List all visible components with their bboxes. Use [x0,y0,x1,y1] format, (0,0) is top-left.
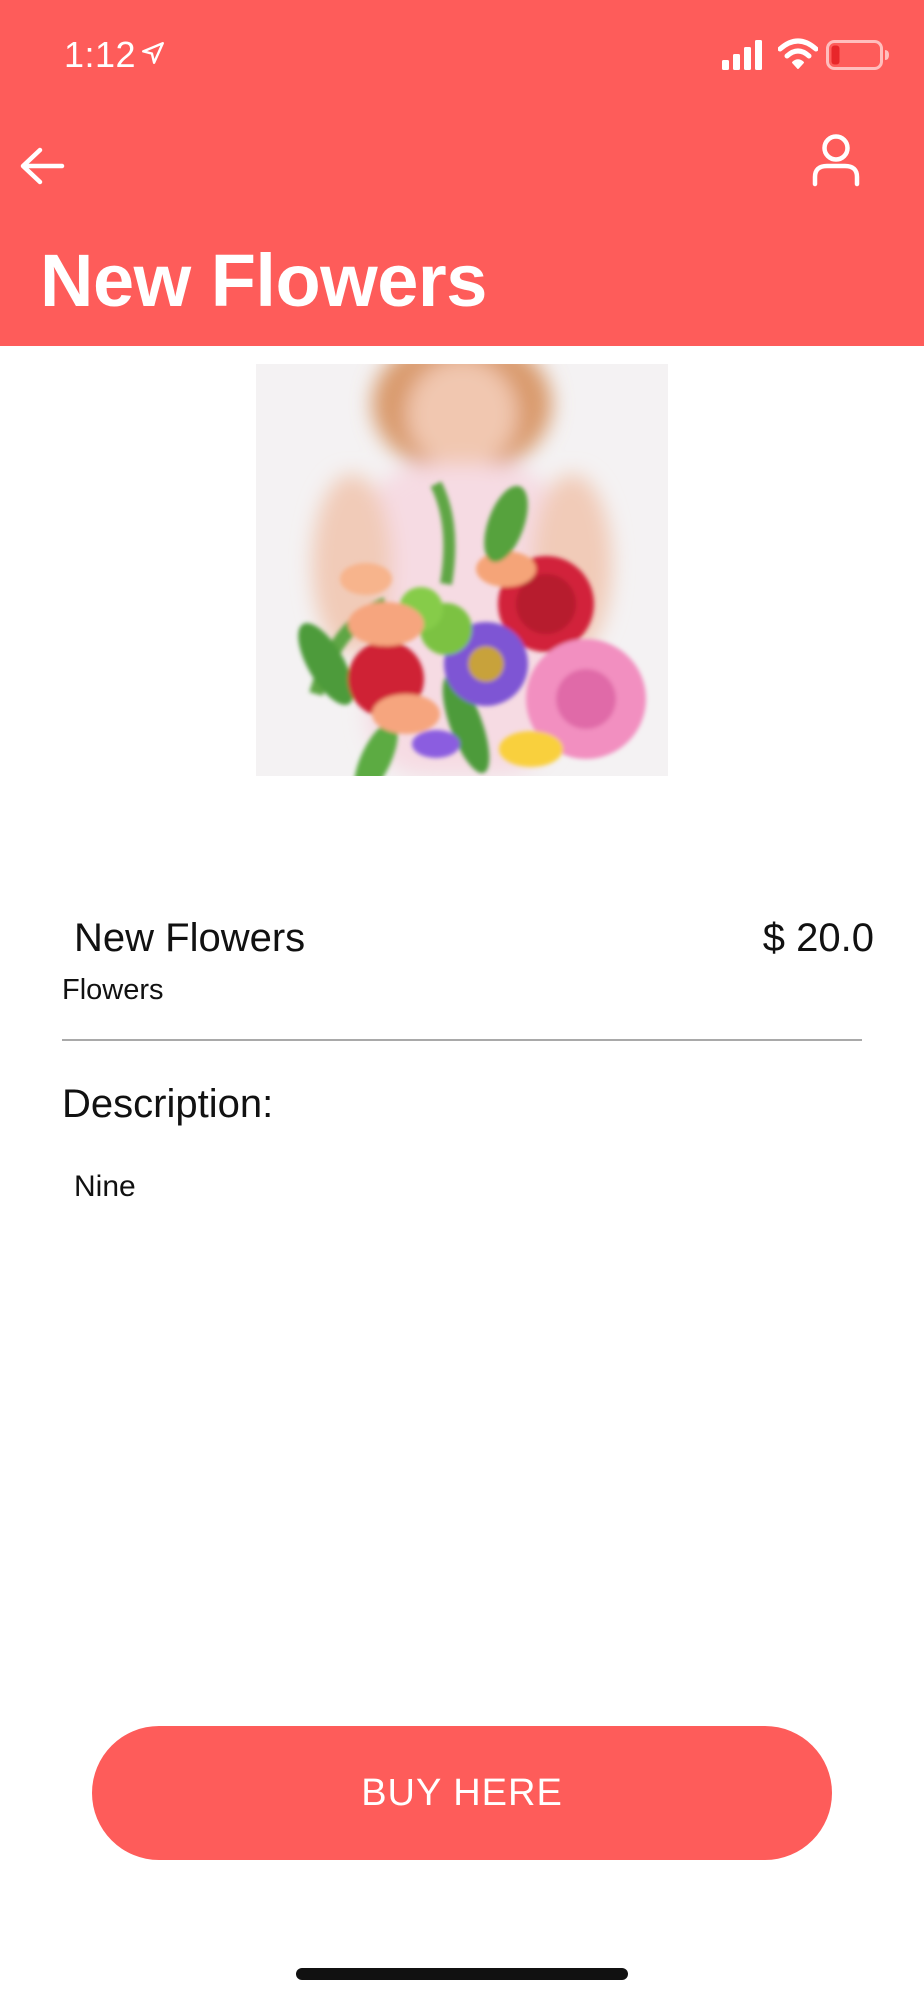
wifi-icon [778,38,818,69]
page-title: New Flowers [40,239,487,322]
arrow-left-icon [20,147,65,185]
product-category: Flowers [62,974,164,1006]
back-button[interactable] [14,138,70,194]
location-arrow-icon [142,42,164,64]
status-time: 1:12 [64,34,137,75]
description-text: Nine [74,1170,136,1203]
user-icon [812,134,860,187]
flower-bouquet-image [256,364,668,776]
status-bar: 1:12 [0,0,924,110]
buy-here-button[interactable]: BUY HERE [92,1726,832,1860]
divider [62,1039,862,1041]
home-indicator[interactable] [296,1968,628,1980]
profile-button[interactable] [806,130,866,190]
product-image [256,364,668,776]
product-name: New Flowers [74,916,306,960]
description-heading: Description: [62,1082,274,1126]
battery-low-icon [826,40,889,70]
cellular-signal-icon [722,40,762,70]
product-price: $ 20.0 [762,916,874,960]
app-header: 1:12 New Flowers [0,0,924,346]
